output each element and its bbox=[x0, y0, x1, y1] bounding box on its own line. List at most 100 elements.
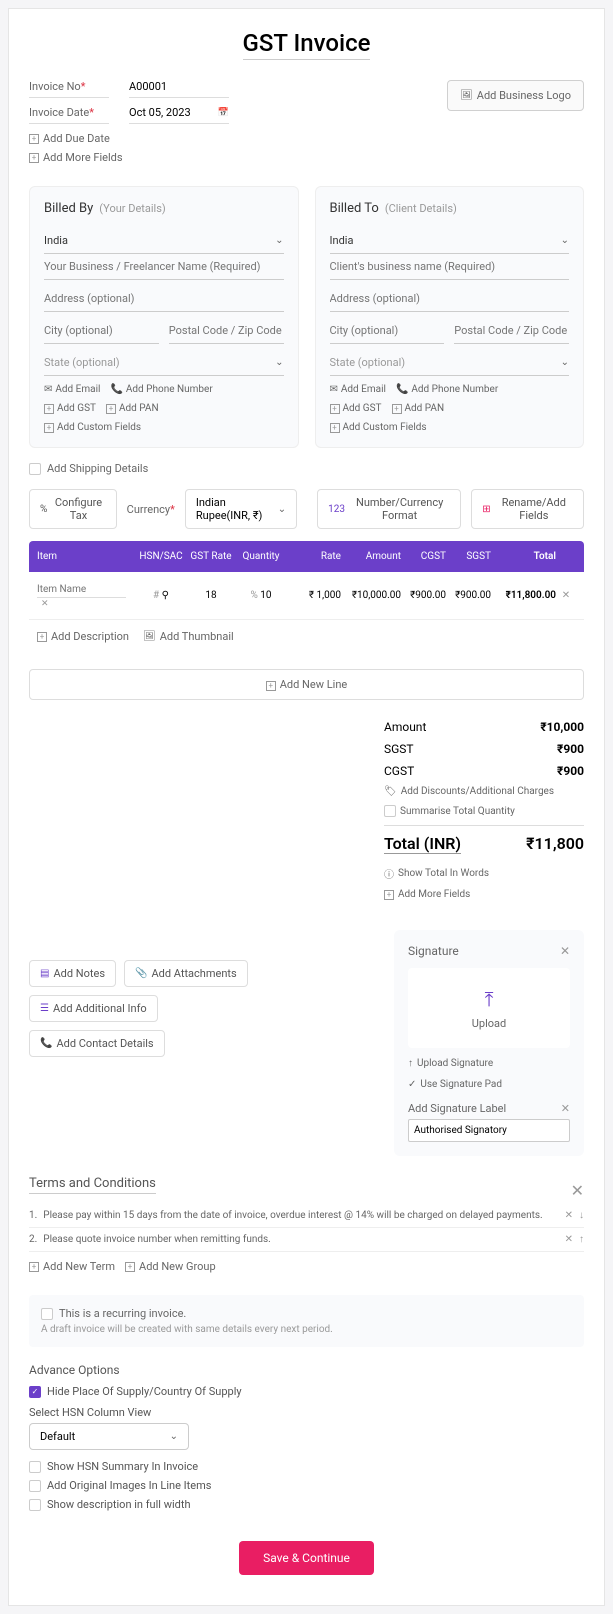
signature-panel: Signature ✕ ⤒Upload ↑Upload Signature ✓Us… bbox=[394, 930, 584, 1156]
billed-to-add-email[interactable]: ✉Add Email bbox=[330, 384, 386, 395]
shipping-checkbox[interactable]: Add Shipping Details bbox=[29, 462, 584, 475]
add-more-fields-button[interactable]: +Add More Fields bbox=[29, 151, 447, 164]
billed-by-zip-input[interactable] bbox=[169, 318, 284, 344]
add-attachments-button[interactable]: 📎Add Attachments bbox=[124, 960, 248, 987]
image-icon: 🖼 bbox=[143, 631, 156, 642]
billed-by-add-phone[interactable]: 📞Add Phone Number bbox=[110, 384, 212, 395]
add-line-button[interactable]: +Add New Line bbox=[29, 669, 584, 700]
billed-to-add-custom[interactable]: +Add Custom Fields bbox=[330, 422, 427, 433]
delete-term-button[interactable]: ✕ bbox=[565, 1234, 573, 1245]
signature-pad-button[interactable]: ✓Use Signature Pad bbox=[408, 1079, 570, 1090]
total-value: ₹11,800 bbox=[526, 834, 584, 854]
billed-by-card: Billed By(Your Details) India⌄ State (op… bbox=[29, 186, 299, 448]
billed-to-city-input[interactable] bbox=[330, 318, 445, 344]
mail-icon: ✉ bbox=[44, 384, 52, 395]
summarise-qty-checkbox[interactable]: Summarise Total Quantity bbox=[384, 805, 584, 817]
gst-rate-input[interactable]: 18 bbox=[186, 590, 236, 601]
billed-by-state-select[interactable]: State (optional)⌄ bbox=[44, 350, 284, 376]
add-term-button[interactable]: +Add New Term bbox=[29, 1260, 115, 1273]
rate-input[interactable]: ₹ 1,000 bbox=[286, 590, 341, 601]
checkbox-icon bbox=[29, 1461, 41, 1473]
signature-title: Signature bbox=[408, 944, 459, 958]
billed-to-add-pan[interactable]: +Add PAN bbox=[392, 403, 445, 414]
total-cell: ₹11,800.00 bbox=[491, 590, 556, 601]
number-format-button[interactable]: 123Number/Currency Format bbox=[317, 489, 461, 529]
term-row: 2. Please quote invoice number when remi… bbox=[29, 1228, 584, 1252]
close-label-button[interactable]: ✕ bbox=[561, 1102, 570, 1115]
term-text[interactable]: Please pay within 15 days from the date … bbox=[43, 1210, 558, 1221]
upload-signature-button[interactable]: ↑Upload Signature bbox=[408, 1058, 570, 1069]
upload-icon: ⤒ bbox=[485, 987, 494, 1011]
add-description-button[interactable]: +Add Description bbox=[37, 630, 129, 643]
billed-by-address-input[interactable] bbox=[44, 286, 284, 312]
amount-label: Amount bbox=[384, 720, 426, 734]
billed-by-add-custom[interactable]: +Add Custom Fields bbox=[44, 422, 141, 433]
show-desc-checkbox[interactable]: Show description in full width bbox=[29, 1498, 584, 1511]
recurring-checkbox[interactable]: This is a recurring invoice. bbox=[41, 1307, 572, 1320]
billed-to-country-select[interactable]: India⌄ bbox=[330, 228, 570, 254]
rename-fields-button[interactable]: ⊞Rename/Add Fields bbox=[471, 489, 584, 529]
invoice-no-input[interactable]: A00001 bbox=[129, 80, 229, 98]
delete-term-button[interactable]: ✕ bbox=[565, 1210, 573, 1221]
term-text[interactable]: Please quote invoice number when remitti… bbox=[43, 1234, 558, 1245]
info-icon: ⓘ bbox=[384, 866, 394, 881]
close-signature-button[interactable]: ✕ bbox=[560, 944, 570, 958]
billed-by-add-pan[interactable]: +Add PAN bbox=[106, 403, 159, 414]
hsn-view-select[interactable]: Default⌄ bbox=[29, 1423, 189, 1450]
item-name-input[interactable] bbox=[37, 582, 126, 598]
plus-icon: + bbox=[384, 890, 394, 900]
save-continue-button[interactable]: Save & Continue bbox=[239, 1541, 374, 1575]
add-images-checkbox[interactable]: Add Original Images In Line Items bbox=[29, 1479, 584, 1492]
add-notes-button[interactable]: ▤Add Notes bbox=[29, 960, 116, 987]
mail-icon: ✉ bbox=[330, 384, 338, 395]
billed-by-subtitle: (Your Details) bbox=[99, 202, 165, 215]
table-row: ✕ # ⚲ 18 % 10 ₹ 1,000 ₹10,000.00 ₹900.00… bbox=[29, 572, 584, 620]
close-terms-button[interactable]: ✕ bbox=[571, 1181, 584, 1200]
signature-upload-zone[interactable]: ⤒Upload bbox=[408, 968, 570, 1048]
currency-select[interactable]: Indian Rupee(INR, ₹)⌄ bbox=[185, 489, 297, 529]
invoice-no-label: Invoice No bbox=[29, 80, 109, 98]
billed-to-address-input[interactable] bbox=[330, 286, 570, 312]
billed-to-name-input[interactable] bbox=[330, 254, 570, 280]
number-icon: 123 bbox=[328, 504, 345, 515]
add-more-fields-totals[interactable]: +Add More Fields bbox=[384, 889, 584, 900]
billed-by-add-email[interactable]: ✉Add Email bbox=[44, 384, 100, 395]
add-due-date-button[interactable]: +Add Due Date bbox=[29, 132, 447, 145]
add-info-button[interactable]: ☰Add Additional Info bbox=[29, 995, 158, 1022]
search-icon[interactable]: ⚲ bbox=[162, 590, 169, 601]
billed-to-zip-input[interactable] bbox=[454, 318, 569, 344]
billed-to-state-select[interactable]: State (optional)⌄ bbox=[330, 350, 570, 376]
add-discounts-button[interactable]: 🏷Add Discounts/Additional Charges bbox=[384, 786, 584, 797]
signature-label-input[interactable] bbox=[408, 1119, 570, 1142]
billed-to-add-phone[interactable]: 📞Add Phone Number bbox=[396, 384, 498, 395]
move-up-button[interactable]: ↑ bbox=[579, 1234, 584, 1245]
add-thumbnail-button[interactable]: 🖼Add Thumbnail bbox=[143, 630, 234, 643]
billed-by-add-gst[interactable]: +Add GST bbox=[44, 403, 96, 414]
add-contact-button[interactable]: 📞Add Contact Details bbox=[29, 1030, 165, 1057]
plus-icon: + bbox=[29, 134, 39, 144]
hide-place-checkbox[interactable]: ✓Hide Place Of Supply/Country Of Supply bbox=[29, 1385, 584, 1398]
configure-tax-button[interactable]: %Configure Tax bbox=[29, 489, 117, 529]
clear-icon[interactable]: ✕ bbox=[41, 599, 49, 609]
checkbox-icon bbox=[29, 1499, 41, 1511]
phone-icon: 📞 bbox=[110, 384, 122, 395]
plus-icon: + bbox=[29, 153, 39, 163]
billed-by-country-select[interactable]: India⌄ bbox=[44, 228, 284, 254]
add-group-button[interactable]: +Add New Group bbox=[125, 1260, 216, 1273]
move-down-button[interactable]: ↓ bbox=[579, 1210, 584, 1221]
billed-by-city-input[interactable] bbox=[44, 318, 159, 344]
show-words-button[interactable]: ⓘShow Total In Words bbox=[384, 866, 584, 881]
plus-icon: + bbox=[330, 404, 340, 414]
invoice-date-input[interactable]: Oct 05, 2023📅 bbox=[129, 106, 229, 124]
delete-row-button[interactable]: ✕ bbox=[556, 590, 576, 601]
checkbox-icon bbox=[384, 805, 396, 817]
show-hsn-checkbox[interactable]: Show HSN Summary In Invoice bbox=[29, 1460, 584, 1473]
checkbox-icon bbox=[41, 1308, 53, 1320]
qty-input[interactable]: 10 bbox=[260, 590, 271, 601]
billed-by-name-input[interactable] bbox=[44, 254, 284, 280]
hsn-input[interactable]: # bbox=[153, 590, 159, 601]
billed-to-card: Billed To(Client Details) India⌄ State (… bbox=[315, 186, 585, 448]
add-logo-button[interactable]: 🖼Add Business Logo bbox=[447, 80, 584, 111]
signature-label-title: Add Signature Label bbox=[408, 1102, 506, 1115]
billed-to-add-gst[interactable]: +Add GST bbox=[330, 403, 382, 414]
